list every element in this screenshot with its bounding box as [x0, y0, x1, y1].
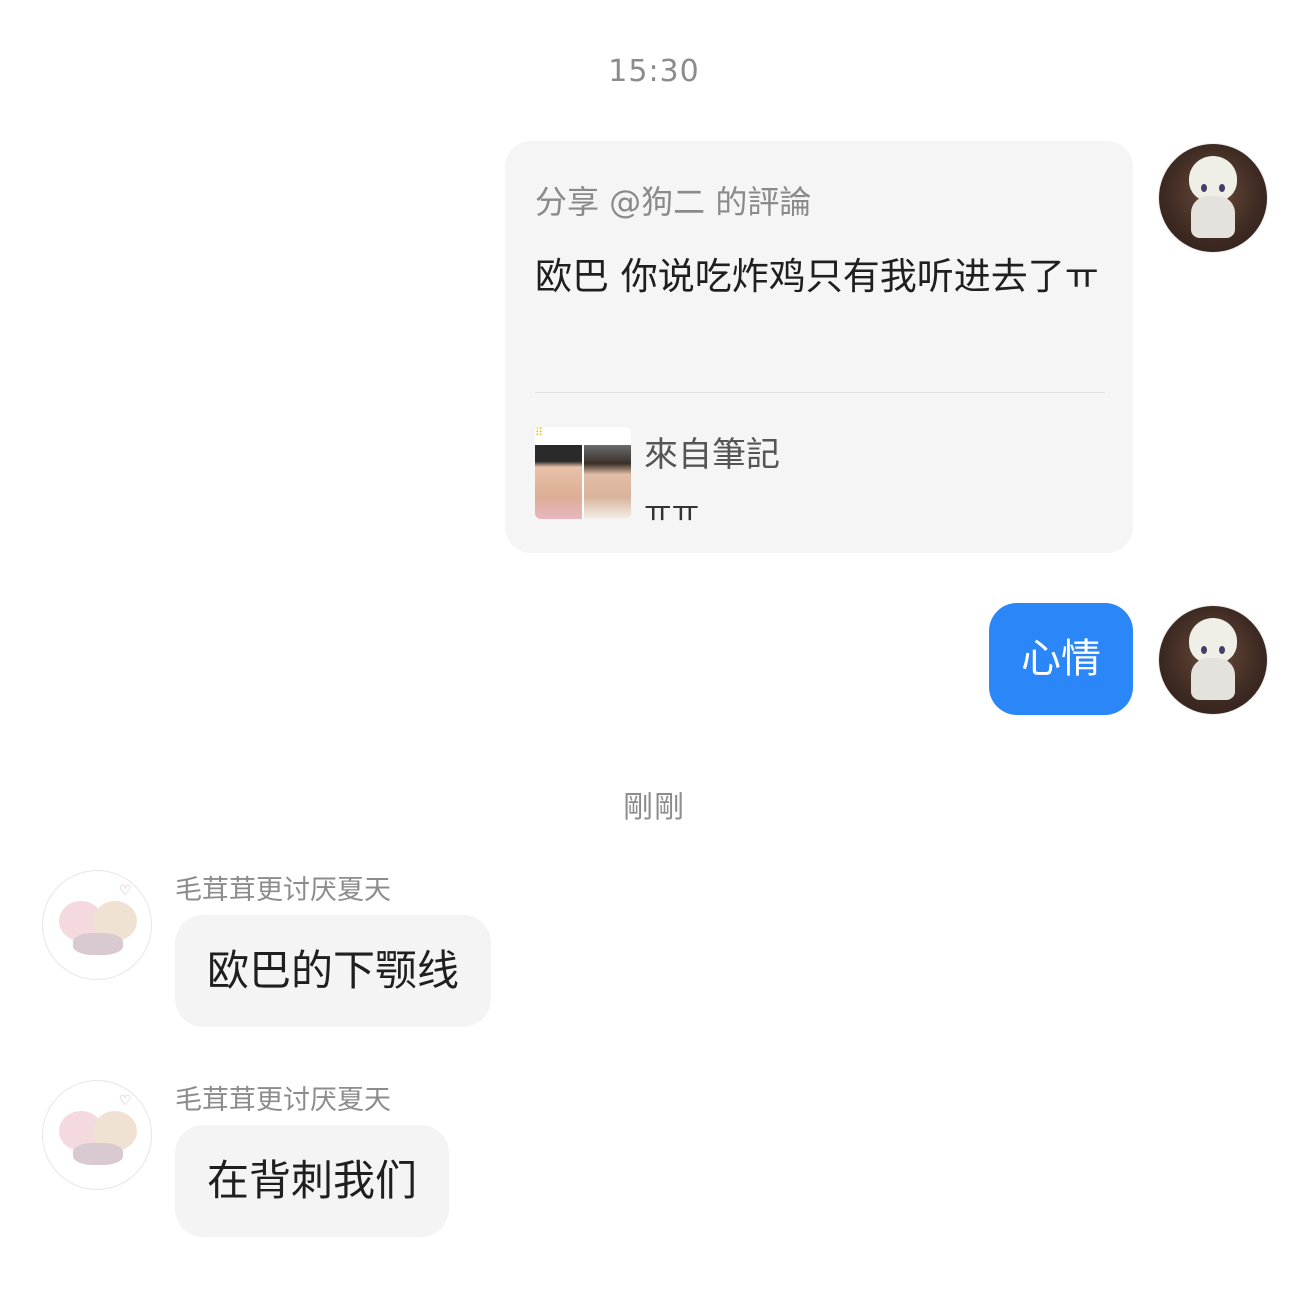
sender-name[interactable]: 毛茸茸更讨厌夏天: [175, 1078, 391, 1117]
cat-bodies: [73, 1143, 123, 1165]
figurine-eye-left: [1201, 184, 1207, 192]
figurine-eye-left: [1201, 646, 1207, 654]
self-avatar[interactable]: [1158, 605, 1268, 715]
other-message-bubble[interactable]: 在背刺我们: [175, 1125, 450, 1237]
shared-comment-card[interactable]: 分享 @狗二 的評論 欧巴 你说吃炸鸡只有我听进去了ㅠ ⠿ 來自筆記 ㅠㅠ: [505, 141, 1133, 553]
figurine-eye-right: [1219, 184, 1225, 192]
thumbnail-photo-left: [535, 445, 582, 519]
thumbnail-dots-icon: ⠿: [535, 427, 544, 439]
figurine-body: [1191, 658, 1235, 700]
shared-comment-header: 分享 @狗二 的評論: [535, 183, 812, 221]
cat-bodies: [73, 933, 123, 955]
figurine-eye-right: [1219, 646, 1225, 654]
note-source-label: 來自筆記: [644, 435, 780, 475]
heart-icon: ♡: [119, 883, 132, 899]
card-divider: [535, 392, 1105, 393]
other-user-avatar[interactable]: ♡: [42, 870, 152, 980]
shared-comment-text: 欧巴 你说吃炸鸡只有我听进去了ㅠ: [535, 255, 1099, 298]
heart-icon: ♡: [119, 1093, 132, 1109]
timestamp-just-now: 剛剛: [623, 790, 685, 825]
note-preview-text: ㅠㅠ: [644, 495, 700, 530]
timestamp-1530: 15:30: [608, 54, 700, 89]
figurine-body: [1191, 196, 1235, 238]
sender-name[interactable]: 毛茸茸更讨厌夏天: [175, 868, 391, 907]
other-user-avatar[interactable]: ♡: [42, 1080, 152, 1190]
thumbnail-photo-right: [584, 445, 631, 519]
self-avatar[interactable]: [1158, 143, 1268, 253]
self-message-bubble[interactable]: 心情: [989, 603, 1133, 715]
other-message-bubble[interactable]: 欧巴的下颚线: [175, 915, 492, 1027]
note-thumbnail[interactable]: ⠿: [535, 427, 631, 519]
